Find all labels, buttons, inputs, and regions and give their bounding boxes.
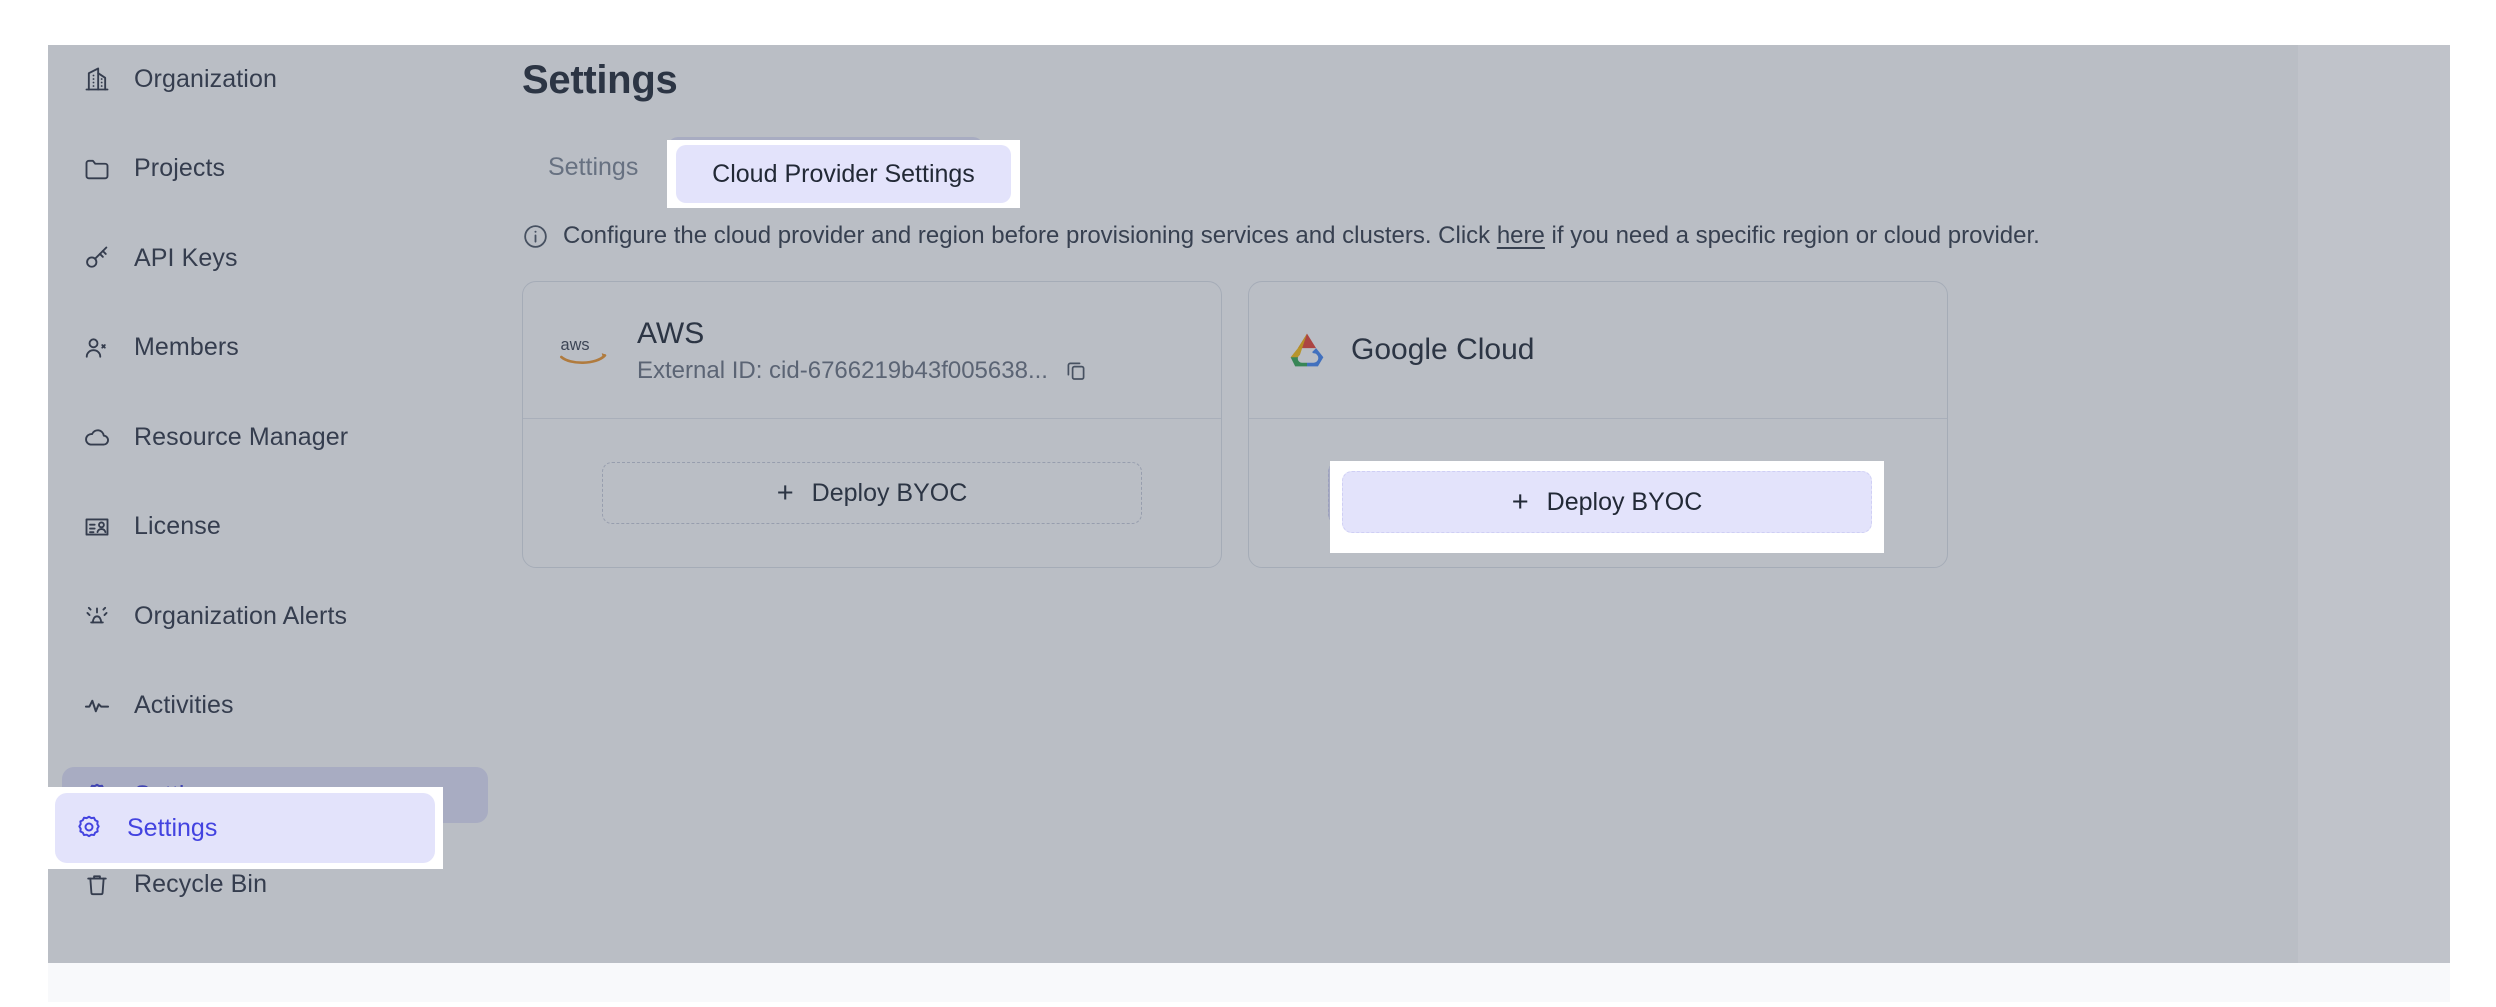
main-content: Settings Settings Cloud Provider Setting… — [502, 45, 2496, 1007]
aws-logo-icon: aws — [559, 332, 615, 368]
sidebar-item-label: API Keys — [134, 243, 238, 272]
deploy-byoc-button-aws[interactable]: + Deploy BYOC — [602, 462, 1142, 524]
plus-icon: + — [1502, 476, 1520, 509]
gear-icon — [82, 780, 112, 810]
svg-text:aws: aws — [561, 336, 590, 354]
sidebar-item-members[interactable]: Members — [62, 320, 488, 376]
folder-icon — [82, 154, 112, 184]
provider-meta: AWS External ID: cid-6766219b43f005638..… — [637, 314, 1090, 386]
info-text-before: Configure the cloud provider and region … — [563, 222, 1497, 249]
sidebar: Organization Projects API Keys Members R… — [48, 45, 502, 1007]
users-icon — [82, 333, 112, 363]
alert-siren-icon — [82, 601, 112, 631]
page-title: Settings — [522, 58, 678, 102]
deploy-byoc-label: Deploy BYOC — [1537, 478, 1694, 507]
copy-icon[interactable] — [1064, 358, 1090, 384]
sidebar-item-projects[interactable]: Projects — [62, 141, 488, 197]
deploy-byoc-label: Deploy BYOC — [811, 478, 968, 507]
provider-card-list: aws AWS External ID: cid-6766219b43f0056… — [522, 281, 2452, 568]
provider-card-google-cloud: Google Cloud + Deploy BYOC — [1248, 281, 1948, 568]
provider-name: AWS — [637, 317, 705, 350]
info-text: Configure the cloud provider and region … — [563, 221, 2040, 251]
tab-cloud-provider-settings[interactable]: Cloud Provider Settings — [668, 137, 983, 197]
sidebar-item-resource-manager[interactable]: Resource Manager — [62, 409, 488, 465]
sidebar-item-label: License — [134, 512, 221, 540]
trash-icon — [82, 870, 112, 900]
sidebar-item-label: Resource Manager — [134, 422, 349, 451]
info-text-after: if you need a specific region or cloud p… — [1544, 222, 2040, 249]
sidebar-item-organization[interactable]: Organization — [62, 51, 488, 107]
external-id-row: External ID: cid-6766219b43f005638... — [637, 356, 1090, 386]
provider-name: Google Cloud — [1351, 333, 1535, 366]
provider-card-header: Google Cloud — [1249, 282, 1947, 419]
cloud-icon — [82, 422, 112, 452]
info-banner: Configure the cloud provider and region … — [522, 218, 2452, 254]
sidebar-item-label: Organization — [134, 64, 277, 93]
tab-bar: Settings Cloud Provider Settings — [522, 133, 2452, 201]
sidebar-item-label: Organization Alerts — [134, 601, 348, 630]
provider-card-body: + Deploy BYOC — [523, 419, 1221, 567]
sidebar-item-label: Members — [134, 333, 239, 361]
sidebar-item-recycle-bin[interactable]: Recycle Bin — [62, 857, 488, 913]
page-bottom-strip — [48, 963, 2450, 1002]
info-here-link[interactable]: here — [1497, 222, 1545, 249]
app-body: Organization Projects API Keys Members R… — [48, 45, 2496, 1007]
building-icon — [82, 64, 112, 94]
sidebar-item-settings[interactable]: Settings — [62, 767, 488, 823]
external-id-text: External ID: cid-6766219b43f005638... — [637, 357, 1048, 384]
google-cloud-logo-icon — [1285, 330, 1329, 370]
deploy-byoc-button-google-cloud[interactable]: + Deploy BYOC — [1328, 462, 1868, 524]
provider-card-header: aws AWS External ID: cid-6766219b43f0056… — [523, 282, 1221, 419]
sidebar-item-license[interactable]: License — [62, 499, 488, 555]
key-icon — [82, 243, 112, 273]
tab-settings[interactable]: Settings — [522, 137, 664, 197]
sidebar-item-api-keys[interactable]: API Keys — [62, 230, 488, 286]
info-circle-icon — [522, 223, 549, 250]
plus-icon: + — [776, 476, 794, 509]
provider-card-aws: aws AWS External ID: cid-6766219b43f0056… — [522, 281, 1222, 568]
provider-card-body: + Deploy BYOC — [1249, 419, 1947, 567]
provider-meta: Google Cloud — [1351, 330, 1534, 370]
sidebar-item-label: Recycle Bin — [134, 870, 268, 898]
sidebar-item-activities[interactable]: Activities — [62, 678, 488, 734]
sidebar-item-label: Activities — [134, 691, 234, 719]
sidebar-item-label: Projects — [134, 154, 226, 182]
app-window: Organization Projects API Keys Members R… — [48, 45, 2496, 1007]
activity-pulse-icon — [82, 691, 112, 721]
sidebar-item-organization-alerts[interactable]: Organization Alerts — [62, 588, 488, 644]
license-card-icon — [82, 512, 112, 542]
sidebar-item-label: Settings — [134, 780, 226, 809]
